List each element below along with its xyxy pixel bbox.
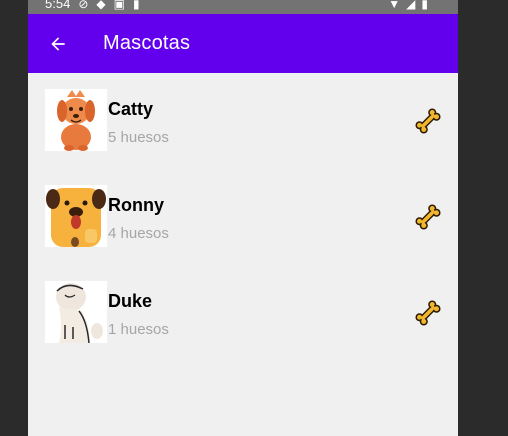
pet-name: Catty — [108, 99, 154, 119]
app-bar: Mascotas — [28, 14, 458, 73]
wifi-icon: ▼ — [388, 0, 401, 11]
bone-icon — [415, 108, 441, 134]
signal-icon: ◢ — [406, 0, 416, 11]
location-icon: ◆ — [96, 0, 106, 11]
pet-row-duke[interactable]: Duke 1 huesos — [28, 281, 458, 377]
status-bar: 5:54 ⊘ ◆ ▣ ▮ ▼ ◢ ▮ — [28, 0, 458, 14]
pet-list: Catty 5 huesos Ronny 4 huesos Duke 1 hue… — [28, 73, 458, 377]
pet-row-catty[interactable]: Catty 5 huesos — [28, 89, 458, 185]
page-title: Mascotas — [103, 32, 191, 54]
bone-button[interactable] — [413, 202, 443, 232]
pet-name: Ronny — [108, 195, 164, 215]
bone-icon — [415, 300, 441, 326]
pet-row-ronny[interactable]: Ronny 4 huesos — [28, 185, 458, 281]
pet-bone-count: 5 huesos — [108, 129, 169, 146]
battery-icon: ▮ — [421, 0, 428, 11]
status-left: 5:54 ⊘ ◆ ▣ ▮ — [45, 0, 140, 11]
pet-name: Duke — [108, 291, 153, 311]
pet-bone-count: 4 huesos — [108, 225, 169, 242]
bone-button[interactable] — [413, 106, 443, 136]
bone-icon — [415, 204, 441, 230]
arrow-back-icon — [51, 36, 65, 51]
pet-photo — [45, 281, 107, 343]
bone-button[interactable] — [413, 298, 443, 328]
pet-photo — [45, 185, 107, 247]
status-time: 5:54 — [45, 0, 71, 11]
do-not-disturb-icon: ⊘ — [78, 0, 89, 11]
sd-card-icon: ▮ — [132, 0, 140, 11]
pet-photo — [45, 89, 107, 151]
notification-icon: ▣ — [113, 0, 125, 11]
app-screen: 5:54 ⊘ ◆ ▣ ▮ ▼ ◢ ▮ Mascotas Catty 5 hues… — [28, 0, 458, 436]
back-button[interactable] — [44, 30, 72, 58]
pet-bone-count: 1 huesos — [108, 321, 169, 338]
status-right: ▼ ◢ ▮ — [388, 0, 428, 11]
